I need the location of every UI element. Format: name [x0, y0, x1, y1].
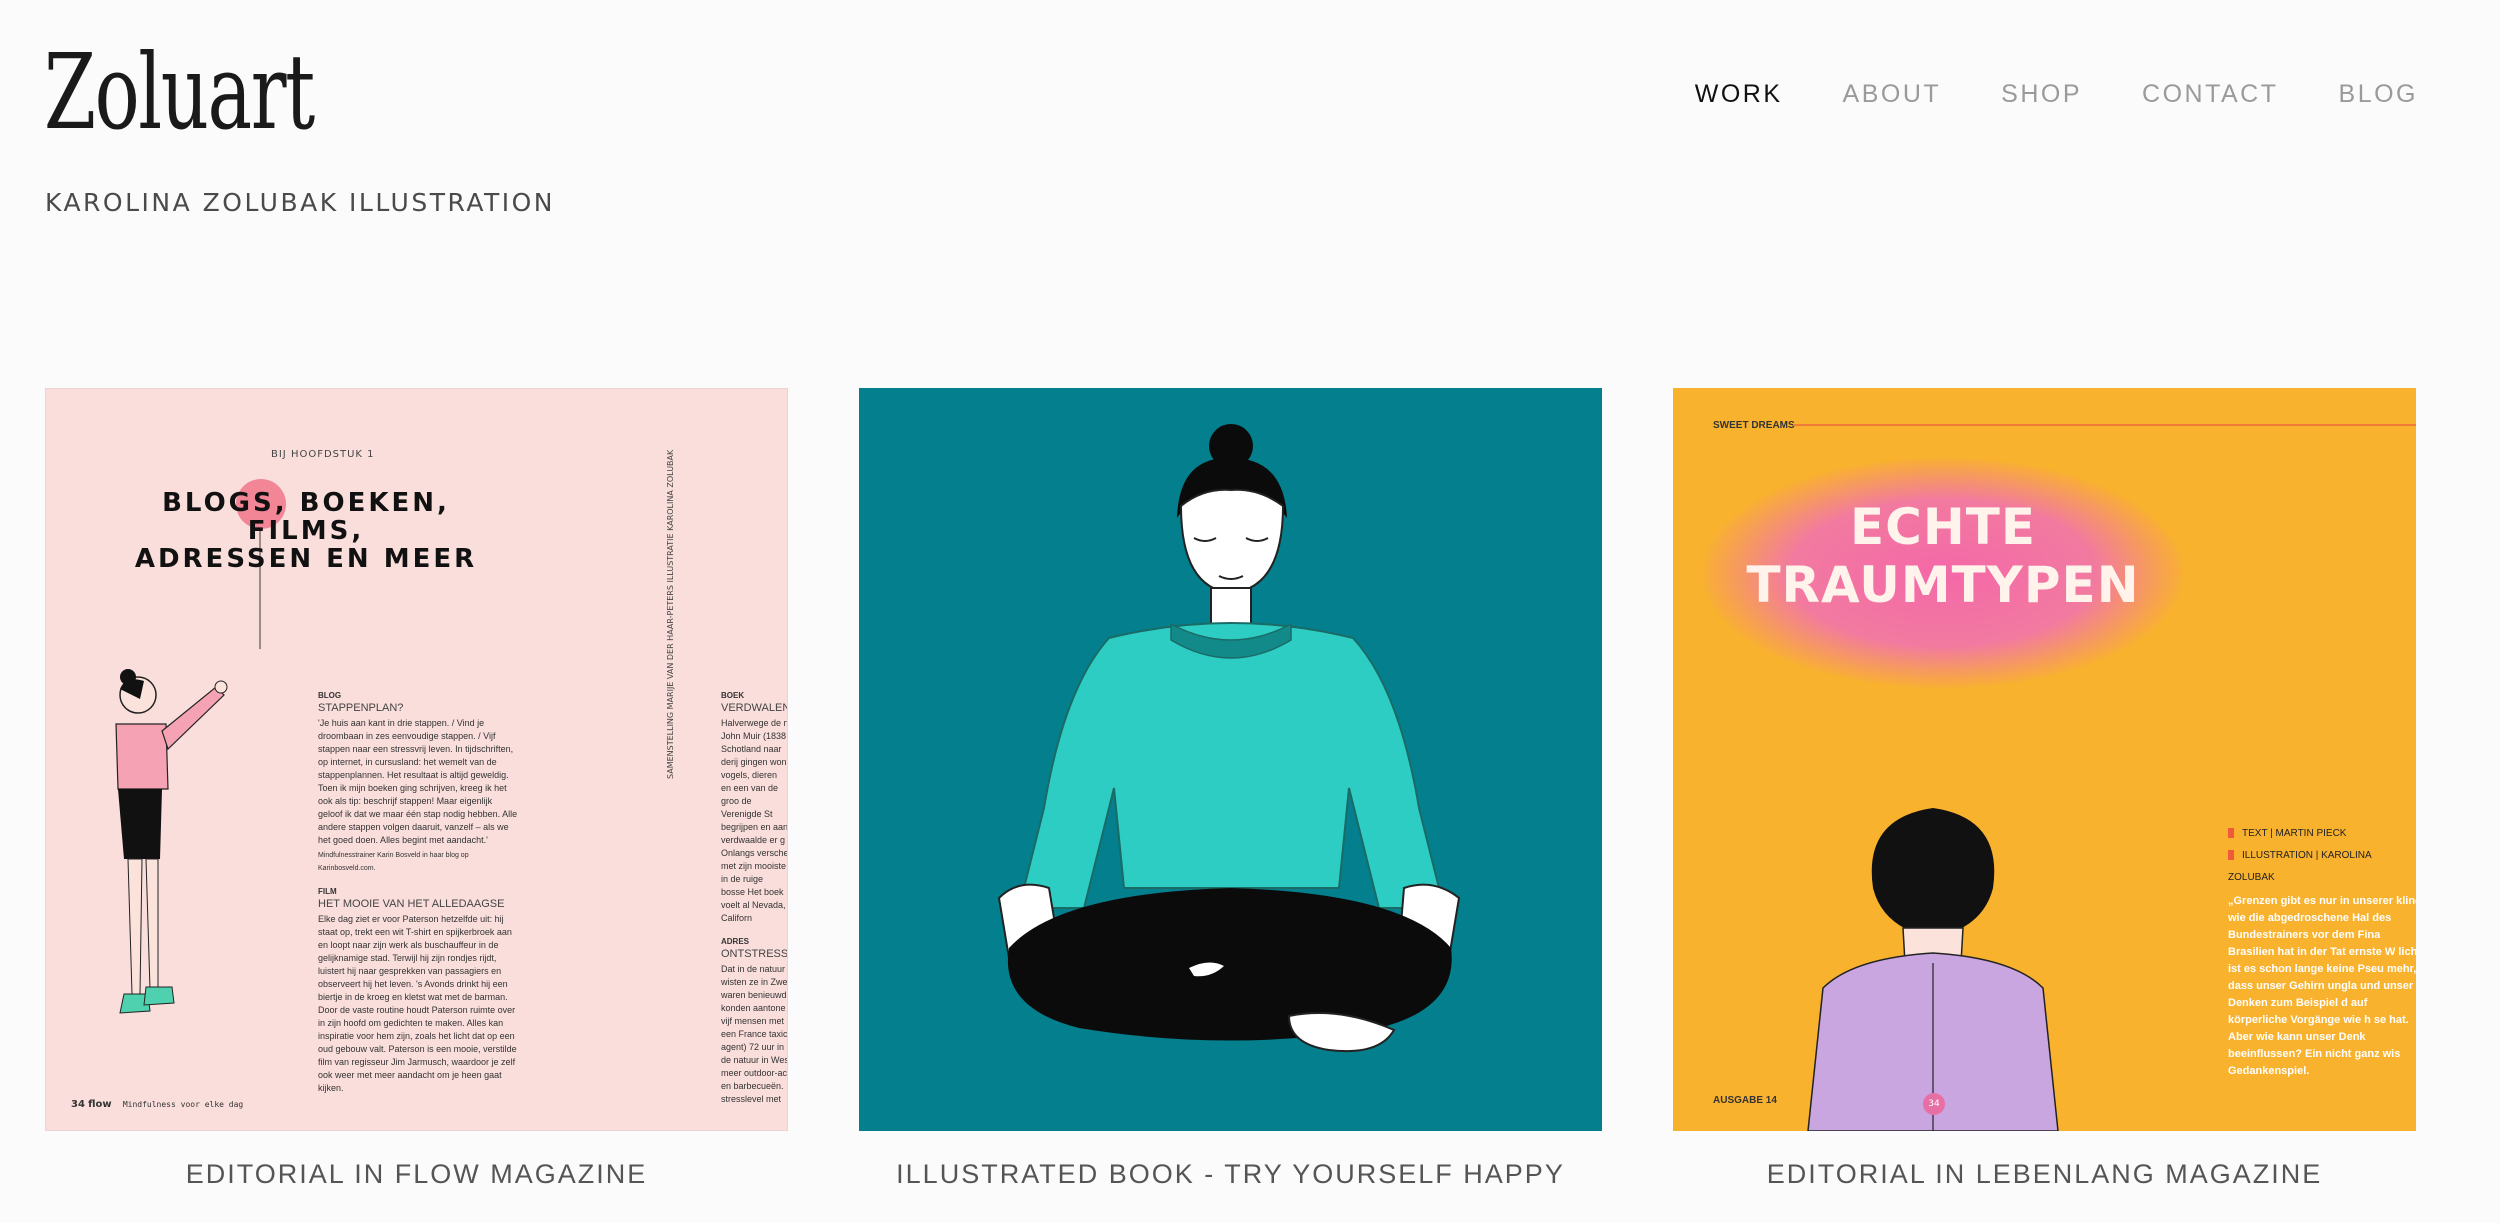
portfolio-card[interactable]: BIJ HOOFDSTUK 1 BLOGS, BOEKEN, FILMS, AD… — [45, 388, 788, 1190]
project-caption[interactable]: ILLUSTRATED BOOK - TRY YOURSELF HAPPY — [859, 1159, 1602, 1190]
nav-contact-link[interactable]: CONTACT — [2142, 80, 2278, 109]
meditating-woman-illustration — [997, 424, 1461, 1053]
headline-line: BLOGS, BOEKEN, FILMS, — [162, 488, 450, 546]
footer-tag: Mindfulness voor elke dag — [122, 1100, 244, 1109]
project-thumbnail-flow[interactable]: BIJ HOOFDSTUK 1 BLOGS, BOEKEN, FILMS, AD… — [45, 388, 788, 1131]
magazine-headline: BLOGS, BOEKEN, FILMS, ADRESSEN EN MEER — [106, 489, 506, 573]
article-credits: TEXT | MARTIN PIECK ILLUSTRATION | KAROL… — [2228, 823, 2416, 889]
article-quote: „Grenzen gibt es nur in unserer klingt w… — [2228, 895, 2416, 1077]
section-tag: FILM — [318, 887, 337, 896]
vertical-credit: SAMENSTELLING MARIJE VAN DER HAAR-PETERS… — [666, 449, 675, 779]
girl-illustration — [115, 669, 228, 1014]
project-caption[interactable]: EDITORIAL IN FLOW MAGAZINE — [45, 1159, 788, 1190]
section-tag: BLOG — [318, 691, 342, 700]
title-line: ECHTE — [1850, 498, 2036, 556]
section-body: Dat in de natuur wisten ze in Zwe waren … — [721, 964, 788, 1104]
credit-illustration: ILLUSTRATION | KAROLINA ZOLUBAK — [2228, 850, 2372, 883]
portfolio-card[interactable]: ILLUSTRATED BOOK - TRY YOURSELF HAPPY — [859, 388, 1602, 1190]
header-rule — [1793, 424, 2416, 426]
section-tag: BOEK — [721, 691, 745, 700]
title-line: TRAUMTYPEN — [1746, 556, 2140, 614]
nav-blog-link[interactable]: BLOG — [2339, 80, 2418, 109]
article-column-book: BOEK VERDWALEN Halverwege de n John Muir… — [721, 689, 788, 1106]
magazine-kicker: BIJ HOOFDSTUK 1 — [271, 449, 375, 460]
section-body: 'Je huis aan kant in drie stappen. / Vin… — [318, 718, 518, 845]
page-number-badge: 34 — [1923, 1093, 1945, 1115]
magazine-kicker: SWEET DREAMS — [1713, 420, 1795, 431]
section-title: STAPPENPLAN? — [318, 702, 404, 714]
site-logo[interactable]: Zoluart — [44, 40, 315, 144]
article-column-blog: BLOG STAPPENPLAN? 'Je huis aan kant in d… — [318, 689, 518, 1095]
section-title: ONTSTRESSE — [721, 948, 788, 960]
nav-work-link[interactable]: WORK — [1695, 80, 1783, 109]
section-tag: ADRES — [721, 937, 750, 946]
man-back-illustration — [1807, 808, 2059, 1131]
magazine-title: ECHTE TRAUMTYPEN — [1733, 498, 2153, 614]
footer-page: 34 — [71, 1099, 85, 1110]
section-credit: Mindfulnesstrainer Karin Bosveld in haar… — [318, 852, 469, 872]
section-title: HET MOOIE VAN HET ALLEDAAGSE — [318, 898, 505, 910]
site-tagline: KAROLINA ZOLUBAK ILLUSTRATION — [45, 188, 555, 217]
section-body: Halverwege de n John Muir (1838 Schotlan… — [721, 718, 788, 923]
nav-shop-link[interactable]: SHOP — [2001, 80, 2082, 109]
project-thumbnail-lebenlang[interactable]: SWEET DREAMS ECHTE TRAUMTYPEN TEXT | MAR… — [1673, 388, 2416, 1131]
section-title: VERDWALEN — [721, 702, 788, 714]
footer-brand: flow — [88, 1099, 112, 1110]
nav-about-link[interactable]: ABOUT — [1843, 80, 1942, 109]
portfolio-card[interactable]: SWEET DREAMS ECHTE TRAUMTYPEN TEXT | MAR… — [1673, 388, 2416, 1190]
portfolio-grid: BIJ HOOFDSTUK 1 BLOGS, BOEKEN, FILMS, AD… — [45, 388, 2416, 1190]
main-nav: WORK ABOUT SHOP CONTACT BLOG — [1695, 80, 2418, 109]
credit-text: TEXT | MARTIN PIECK — [2242, 828, 2347, 839]
issue-label: AUSGABE 14 — [1713, 1095, 1777, 1106]
magazine-footer: 34 flow Mindfulness voor elke dag — [71, 1099, 243, 1110]
headline-line: ADRESSEN EN MEER — [134, 544, 478, 574]
project-caption[interactable]: EDITORIAL IN LEBENLANG MAGAZINE — [1673, 1159, 2416, 1190]
project-thumbnail-meditation[interactable] — [859, 388, 1602, 1131]
section-body: Elke dag ziet er voor Paterson hetzelfde… — [318, 914, 517, 1093]
